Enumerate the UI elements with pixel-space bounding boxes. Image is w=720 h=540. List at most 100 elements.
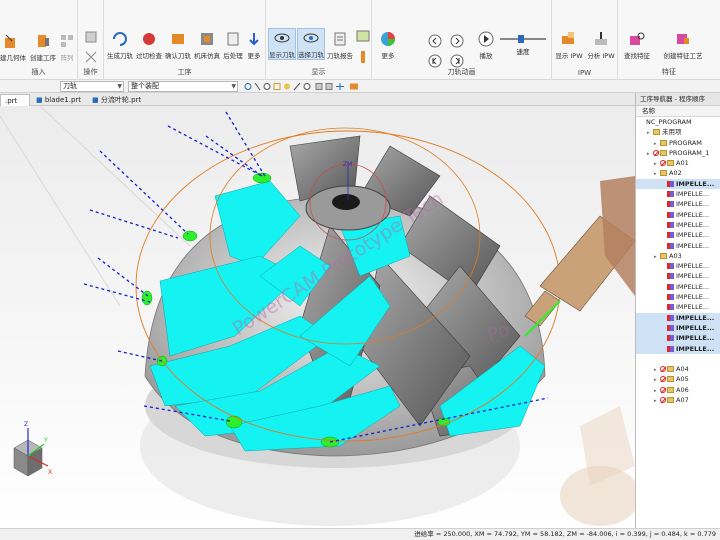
tree-row[interactable]: ▸ A03: [636, 251, 720, 261]
speed-slider[interactable]: [500, 35, 546, 43]
tree-row-label: IMPELLE...: [676, 200, 710, 209]
folder-icon: [660, 170, 667, 177]
tab-blade1[interactable]: ■ blade1.prt: [32, 94, 86, 106]
ribbon-group-ipw: 显示 IPW 分析 IPW IPW: [552, 0, 618, 80]
selection-toolbar: 刀轨 ▼ 整个装配 ▼: [0, 80, 720, 93]
tree-row-label: IMPELLE...: [676, 179, 715, 188]
feature-process-icon: [677, 34, 689, 44]
tree-row[interactable]: IMPELLE...: [636, 302, 720, 312]
create-feature-process-button[interactable]: 创建特征工艺: [656, 30, 710, 60]
tree-row-label: IMPELLE...: [676, 323, 715, 332]
ribbon-group-feature: 查找特征 创建特征工艺 特征: [618, 0, 720, 80]
tree-row[interactable]: IMPELLE...: [636, 322, 720, 334]
tree-row[interactable]: IMPELLE...: [636, 343, 720, 354]
array-button[interactable]: 阵列: [58, 32, 76, 62]
find-feature-button[interactable]: 查找特征: [622, 30, 652, 60]
operation-icon: [667, 304, 674, 311]
select-toolpath-button[interactable]: 选择刀轨: [297, 28, 325, 60]
operation-icon: [38, 35, 49, 47]
tool-display-icon[interactable]: [356, 50, 370, 64]
ribbon: 建几何体 创建工序 阵列 插入 操作 生成刀轨 过切检查 确认刀轨 机床仿真 后…: [0, 0, 720, 80]
more-arrow-icon: [249, 33, 259, 46]
find-feature-icon: [630, 32, 645, 45]
folder-icon: [660, 252, 667, 259]
create-geometry-button[interactable]: 建几何体: [0, 32, 26, 62]
tree-row[interactable]: IMPELLE...: [636, 261, 720, 271]
tree-row[interactable]: ▸ PROGRAM_1: [636, 148, 720, 158]
tab-splitter-impeller[interactable]: ■ 分流叶轮.prt: [88, 94, 148, 106]
tree-row[interactable]: IMPELLE...: [636, 241, 720, 251]
operation-icon: [667, 335, 674, 342]
operation-icon: [667, 201, 674, 208]
tree-row[interactable]: IMPELLE...: [636, 178, 720, 190]
tree-row[interactable]: ▸ A05: [636, 374, 720, 384]
analyze-ipw-button[interactable]: 分析 IPW: [586, 30, 616, 60]
more-display-button[interactable]: 更多: [376, 30, 400, 60]
tree-row[interactable]: ▸ 未用项: [636, 127, 720, 137]
snap-tools-icon[interactable]: [244, 82, 364, 91]
folder-icon: [667, 366, 674, 373]
status-not-generated-icon: [660, 160, 666, 167]
folder-icon: [660, 139, 667, 146]
graphics-viewport[interactable]: ZM PowerCAM Prototype Tech Po: [0, 106, 635, 528]
last-frame-icon[interactable]: [450, 54, 464, 68]
tree-row[interactable]: ▸ A02: [636, 168, 720, 178]
show-ipw-button[interactable]: 显示 IPW: [554, 30, 584, 60]
cut-icon[interactable]: [84, 50, 98, 64]
first-frame-icon[interactable]: [428, 54, 442, 68]
generate-toolpath-button[interactable]: 生成刀轨: [106, 30, 134, 60]
part-file-icon: ■: [92, 96, 99, 104]
display-options-icon[interactable]: [356, 30, 370, 44]
tree-row[interactable]: IMPELLE...: [636, 189, 720, 199]
machine-icon: [201, 33, 213, 45]
triad-x-label: X: [48, 469, 52, 476]
step-back-icon[interactable]: [428, 34, 442, 48]
tree-row[interactable]: ▸ A06: [636, 385, 720, 395]
tree-row[interactable]: IMPELLE...: [636, 333, 720, 344]
machine-simulation-button[interactable]: 机床仿真: [193, 30, 221, 60]
tree-row[interactable]: IMPELLE...: [636, 210, 720, 220]
tree-row[interactable]: ▸ A01: [636, 158, 720, 168]
speed-slider-thumb[interactable]: [518, 35, 524, 43]
edit-object-icon[interactable]: [84, 30, 98, 44]
create-operation-button[interactable]: 创建工序: [28, 32, 58, 62]
navigator-column-name[interactable]: 名称: [636, 106, 720, 117]
document-tabs: .prt ✕ ■ blade1.prt ■ 分流叶轮.prt: [0, 93, 635, 117]
tree-row[interactable]: IMPELLE...: [636, 199, 720, 209]
verify-toolpath-button[interactable]: 确认刀轨: [164, 30, 192, 60]
operation-icon: [667, 345, 674, 352]
step-forward-icon[interactable]: [450, 34, 464, 48]
tree-row[interactable]: ▸ PROGRAM: [636, 138, 720, 148]
type-filter-dropdown[interactable]: 刀轨 ▼: [60, 81, 124, 92]
tab-current-part[interactable]: .prt ✕: [0, 94, 30, 117]
group-label-ipw: IPW: [577, 69, 592, 77]
tree-row[interactable]: IMPELLE...: [636, 282, 720, 292]
toolpath-report-button[interactable]: 刀轨报告: [326, 30, 354, 60]
display-toolpath-button[interactable]: 显示刀轨: [268, 28, 296, 60]
tree-row[interactable]: [636, 354, 720, 364]
group-label-insert: 插入: [31, 68, 46, 76]
tree-row[interactable]: ▸ A04: [636, 364, 720, 374]
gouge-check-button[interactable]: 过切检查: [135, 30, 163, 60]
selection-scope-dropdown[interactable]: 整个装配 ▼: [128, 81, 238, 92]
operation-navigator: 工序导航器 - 程序顺序 名称 NC_PROGRAM ▸ 未用项 ▸ PROGRAM ▸ P…: [635, 93, 720, 528]
tree-row[interactable]: IMPELLE...: [636, 312, 720, 323]
folder-icon: [667, 386, 674, 393]
tree-row[interactable]: ▸ A07: [636, 395, 720, 405]
tree-row[interactable]: IMPELLE...: [636, 271, 720, 281]
tree-row[interactable]: IMPELLE...: [636, 292, 720, 302]
color-wheel-icon: [381, 32, 395, 46]
analyze-icon: [595, 32, 607, 45]
ribbon-group-display: 显示刀轨 选择刀轨 刀轨报告 显示: [266, 0, 372, 80]
postprocess-button[interactable]: 后处理: [221, 30, 245, 60]
play-button[interactable]: 播放: [476, 30, 496, 60]
view-triad[interactable]: Z Y X: [13, 421, 52, 477]
tree-row[interactable]: IMPELLE...: [636, 230, 720, 240]
impeller-model-view[interactable]: ZM PowerCAM Prototype Tech Po: [0, 106, 635, 528]
more-process-button[interactable]: 更多: [244, 30, 264, 60]
tree-row-label: A06: [676, 385, 689, 394]
tree-row-label: A07: [676, 396, 689, 405]
expand-toggle-icon[interactable]: ▸: [654, 396, 660, 406]
tree-row[interactable]: NC_PROGRAM: [636, 117, 720, 127]
tree-row[interactable]: IMPELLE...: [636, 220, 720, 230]
